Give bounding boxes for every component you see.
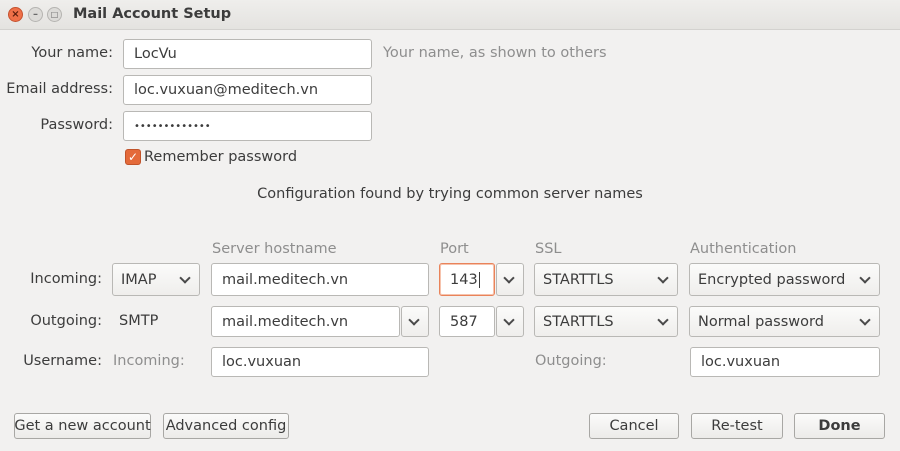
text-caret [478,271,480,288]
outgoing-username-input[interactable]: loc.vuxuan [690,347,880,377]
password-label: Password: [40,117,113,133]
incoming-username-input[interactable]: loc.vuxuan [211,347,429,377]
chevron-down-icon [503,313,515,326]
outgoing-port-input[interactable]: 587 [439,306,495,337]
name-hint: Your name, as shown to others [383,45,607,61]
incoming-auth-value: Encrypted password [698,271,846,288]
username-incoming-label: Incoming: [113,353,185,369]
email-input[interactable]: loc.vuxuan@meditech.vn [123,75,372,105]
outgoing-ssl-select[interactable]: STARTTLS [534,306,678,337]
incoming-port-value: 143 [450,271,478,288]
username-outgoing-label: Outgoing: [535,353,607,369]
incoming-protocol-select[interactable]: IMAP [112,263,200,296]
outgoing-hostname-input[interactable]: mail.meditech.vn [211,306,400,337]
incoming-port-input[interactable]: 143 [439,263,495,296]
remember-password-label[interactable]: Remember password [144,149,297,165]
incoming-label: Incoming: [30,271,102,287]
header-ssl: SSL [535,241,562,257]
close-window-button[interactable]: × [8,7,23,22]
minimize-window-button[interactable]: – [28,7,43,22]
username-label: Username: [23,353,102,369]
incoming-port-dropdown[interactable] [496,263,524,296]
window-title: Mail Account Setup [73,6,232,22]
chevron-down-icon [859,271,871,284]
outgoing-label: Outgoing: [30,313,102,329]
header-hostname: Server hostname [212,241,337,257]
outgoing-auth-value: Normal password [698,313,824,330]
chevron-down-icon [179,271,191,284]
advanced-config-button[interactable]: Advanced config [163,413,289,439]
chevron-down-icon [859,313,871,326]
remember-password-checkbox[interactable]: ✓ [125,149,141,165]
incoming-ssl-select[interactable]: STARTTLS [534,263,678,296]
outgoing-ssl-value: STARTTLS [543,313,614,330]
incoming-hostname-input[interactable]: mail.meditech.vn [211,263,429,296]
name-input[interactable]: LocVu [123,39,372,69]
retest-button[interactable]: Re-test [691,413,783,439]
outgoing-port-dropdown[interactable] [496,306,524,337]
chevron-down-icon [657,271,669,284]
incoming-ssl-value: STARTTLS [543,271,614,288]
get-new-account-button[interactable]: Get a new account [14,413,151,439]
cancel-button[interactable]: Cancel [589,413,679,439]
done-button[interactable]: Done [794,413,885,439]
maximize-window-button[interactable]: □ [47,7,62,22]
password-input[interactable]: ••••••••••••• [123,111,372,141]
email-label: Email address: [6,81,113,97]
chevron-down-icon [503,271,515,284]
title-bar: × – □ Mail Account Setup [0,0,900,30]
chevron-down-icon [408,313,420,326]
outgoing-hostname-dropdown[interactable] [401,306,429,337]
outgoing-auth-select[interactable]: Normal password [689,306,880,337]
incoming-protocol-value: IMAP [121,271,157,288]
outgoing-protocol: SMTP [119,313,159,329]
chevron-down-icon [657,313,669,326]
incoming-auth-select[interactable]: Encrypted password [689,263,880,296]
status-message: Configuration found by trying common ser… [257,186,643,202]
header-authentication: Authentication [690,241,797,257]
header-port: Port [440,241,469,257]
checkmark-icon: ✓ [127,150,139,164]
name-label: Your name: [31,45,113,61]
